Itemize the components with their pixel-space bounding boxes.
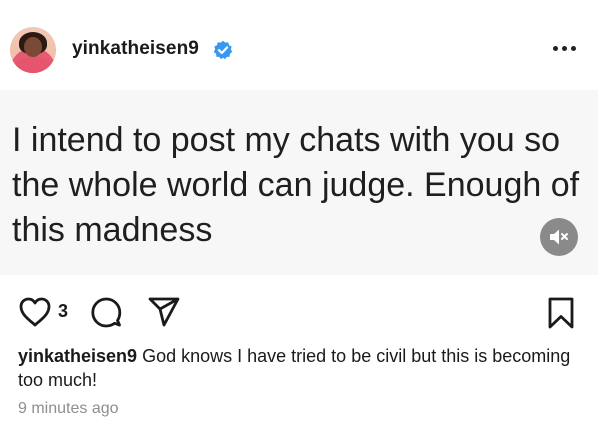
muted-speaker-icon <box>550 229 568 245</box>
instagram-post: yinkatheisen9 I intend to post my chats … <box>0 0 598 442</box>
post-header: yinkatheisen9 <box>0 0 598 90</box>
post-media[interactable]: I intend to post my chats with you so th… <box>0 90 598 275</box>
caption-username-link[interactable]: yinkatheisen9 <box>18 346 137 366</box>
bookmark-icon[interactable] <box>546 296 576 330</box>
avatar-face <box>24 37 42 57</box>
mute-button[interactable] <box>540 218 578 256</box>
verified-badge-icon <box>213 40 233 60</box>
media-text: I intend to post my chats with you so th… <box>12 121 580 249</box>
heart-icon[interactable] <box>18 296 52 328</box>
more-options-icon[interactable] <box>553 41 579 55</box>
username-link[interactable]: yinkatheisen9 <box>72 38 199 60</box>
post-actions: 3 <box>0 290 598 330</box>
comment-icon[interactable] <box>90 296 122 328</box>
dot <box>553 45 558 51</box>
dot <box>571 45 576 51</box>
dot <box>562 45 567 51</box>
like-count[interactable]: 3 <box>58 301 68 322</box>
avatar-body <box>12 57 54 73</box>
post-caption: yinkatheisen9 God knows I have tried to … <box>18 344 588 392</box>
post-timestamp[interactable]: 9 minutes ago <box>18 400 119 418</box>
avatar[interactable] <box>10 27 56 73</box>
share-icon[interactable] <box>147 296 181 328</box>
